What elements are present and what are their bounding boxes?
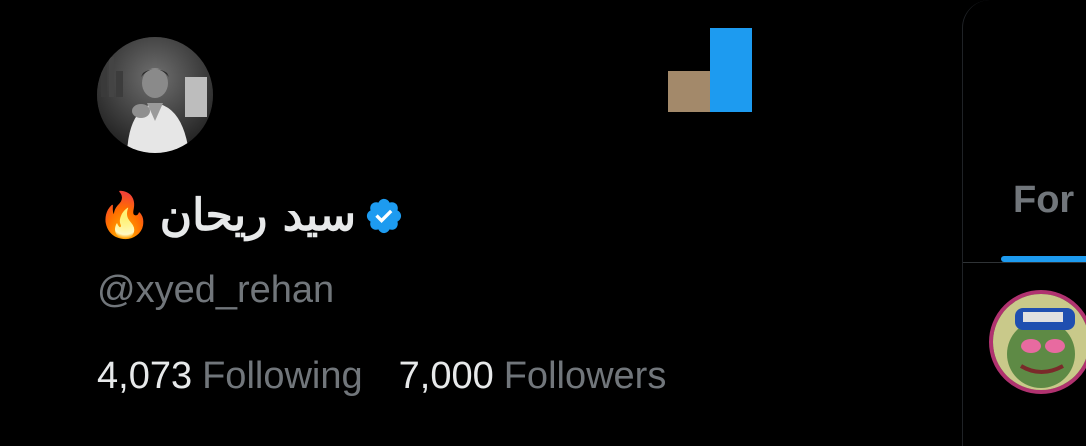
profile-drawer: 🔥 سيد ريحان @xyed_rehan 4,073 Following … (0, 0, 962, 446)
logo-block-tan (668, 71, 710, 112)
verified-badge-icon (364, 196, 404, 236)
profile-avatar[interactable] (97, 37, 213, 153)
avatar-photo (97, 37, 213, 153)
frog-avatar-image (993, 294, 1086, 390)
profile-name-row[interactable]: 🔥 سيد ريحان (97, 188, 404, 244)
following-label: Following (202, 355, 363, 397)
tab-for-you[interactable]: For (1013, 176, 1074, 224)
tab-divider (963, 262, 1086, 263)
app-root: 🔥 سيد ريحان @xyed_rehan 4,073 Following … (0, 0, 1086, 446)
following-count: 4,073 (97, 355, 193, 397)
profile-stats: 4,073 Following 7,000 Followers (97, 352, 666, 400)
followers-count: 7,000 (398, 355, 494, 397)
fire-emoji-icon: 🔥 (97, 190, 152, 241)
profile-display-name: سيد ريحان (159, 190, 356, 241)
logo-block-blue (710, 28, 752, 112)
profile-handle[interactable]: @xyed_rehan (97, 266, 334, 314)
followers-stat[interactable]: 7,000 Followers (399, 352, 667, 400)
main-timeline-panel: For (962, 0, 1086, 446)
following-stat[interactable]: 4,073 Following (97, 352, 363, 400)
brand-logo-blocks (668, 28, 752, 112)
followers-label: Followers (503, 355, 667, 397)
post-author-avatar[interactable] (989, 290, 1086, 394)
